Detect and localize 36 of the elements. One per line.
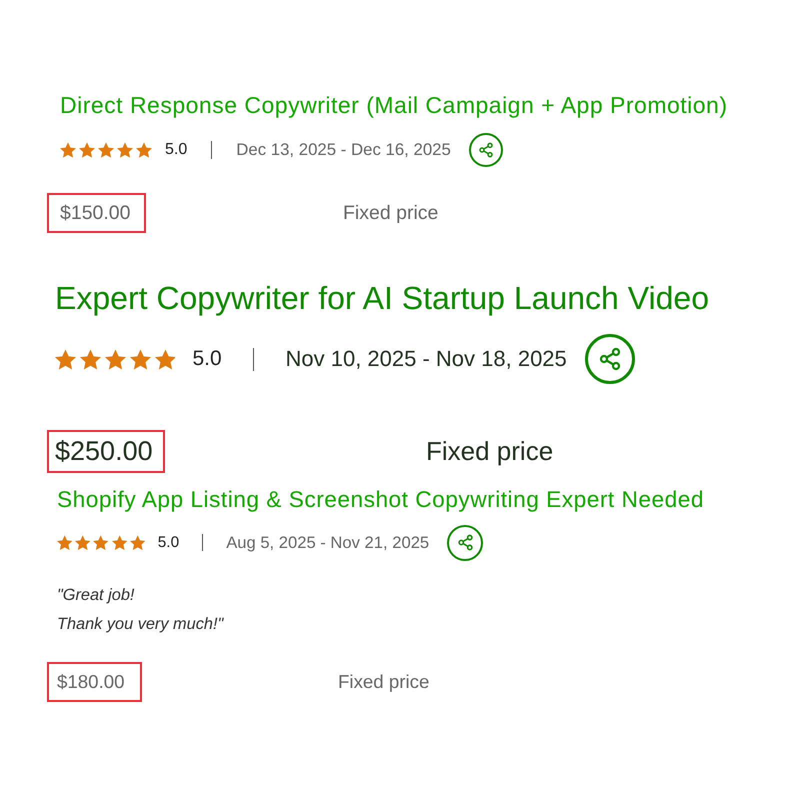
date-range: Dec 13, 2025 - Dec 16, 2025 bbox=[236, 140, 451, 160]
star-icon bbox=[130, 535, 146, 550]
share-button[interactable] bbox=[468, 132, 503, 167]
rating-value: 5.0 bbox=[192, 347, 222, 372]
price-amount: $150.00 bbox=[47, 192, 146, 234]
date-range: Aug 5, 2025 - Nov 21, 2025 bbox=[226, 532, 430, 553]
star-icon bbox=[112, 535, 128, 550]
review-quote: "Great job! Thank you very much!" bbox=[57, 585, 224, 636]
job-title[interactable]: Shopify App Listing & Screenshot Copywriting Expert Needed bbox=[57, 486, 704, 514]
date-range: Nov 10, 2025 - Nov 18, 2025 bbox=[285, 346, 567, 372]
price-type: Fixed price bbox=[338, 671, 430, 693]
price-type: Fixed price bbox=[426, 436, 554, 467]
star-icon bbox=[98, 142, 114, 158]
price-amount: $180.00 bbox=[47, 662, 142, 702]
job-title[interactable]: Direct Response Copywriter (Mail Campaign + App Promotion) bbox=[60, 92, 728, 120]
rating-value: 5.0 bbox=[158, 534, 180, 552]
star-icon bbox=[57, 535, 72, 550]
price-amount: $250.00 bbox=[47, 430, 165, 474]
share-icon bbox=[478, 142, 494, 158]
star-icon bbox=[93, 535, 109, 550]
star-icon bbox=[104, 348, 126, 370]
star-icon bbox=[79, 142, 95, 158]
star-icon bbox=[130, 348, 151, 370]
share-icon bbox=[598, 347, 622, 372]
share-button[interactable] bbox=[447, 524, 484, 561]
star-icon bbox=[136, 142, 152, 158]
star-icon bbox=[117, 142, 133, 158]
job-title[interactable]: Expert Copywriter for AI Startup Launch Video bbox=[55, 279, 709, 318]
star-icon bbox=[60, 142, 76, 158]
share-icon bbox=[456, 534, 474, 552]
rating-value: 5.0 bbox=[165, 140, 188, 159]
star-icon bbox=[154, 348, 176, 370]
star-icon bbox=[75, 535, 91, 550]
price-type: Fixed price bbox=[343, 202, 438, 224]
star-icon bbox=[55, 348, 76, 370]
star-icon bbox=[80, 348, 101, 370]
